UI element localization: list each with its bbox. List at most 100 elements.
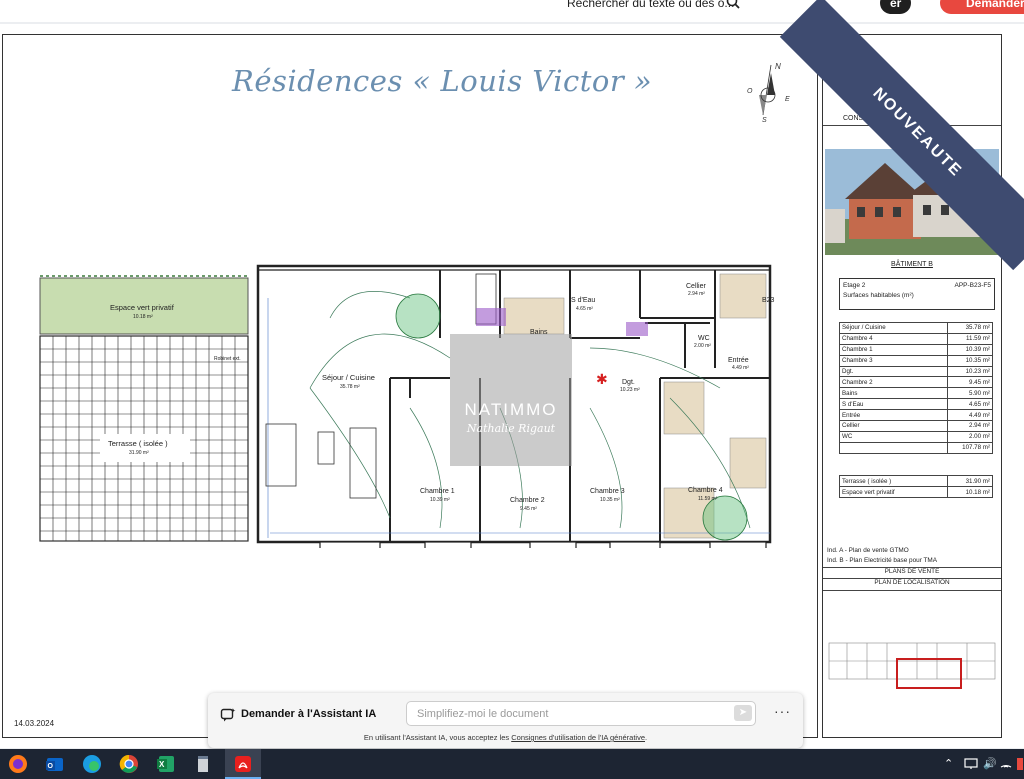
acrobat-icon[interactable]: [232, 753, 254, 775]
compass-s: S: [762, 117, 767, 123]
surface-name: Chambre 4: [839, 332, 948, 345]
compass-icon: N E S O: [747, 62, 790, 123]
compass-n: N: [775, 62, 781, 71]
document-title: Résidences « Louis Victor »: [232, 64, 653, 98]
surface-value: 35.78 m²: [947, 322, 993, 334]
wifi-icon[interactable]: [1000, 757, 1012, 769]
svg-text:X: X: [159, 760, 165, 769]
tray-chevron-icon[interactable]: ⌃: [944, 757, 953, 770]
excel-icon[interactable]: X: [155, 753, 177, 775]
ai-chat-icon: ✦: [220, 707, 236, 722]
ai-prompt-input[interactable]: [406, 701, 756, 726]
surface-value: 4.49 m²: [947, 409, 993, 422]
taskbar: O X ⌃ 🔊: [0, 749, 1024, 779]
info-box: Etage 2 APP-B23-F5 Surfaces habitables (…: [839, 278, 995, 310]
surface-row: Dgt. 10.23 m²: [839, 365, 993, 378]
search-text[interactable]: Rechercher du texte ou des o...: [567, 0, 734, 10]
hatch-1: [719, 273, 767, 319]
localisation-plan: [828, 642, 996, 689]
dgt-label: Dgt.: [622, 379, 635, 386]
surface-row: S d'Eau 4.65 m²: [839, 398, 993, 411]
surface-row: Séjour / Cuisine 35.78 m²: [839, 322, 993, 334]
surface-name: Chambre 3: [839, 354, 948, 367]
more-options-icon[interactable]: ···: [774, 703, 791, 719]
exterior-surface-row: Espace vert privatif 10.18 m²: [839, 486, 993, 498]
share-button[interactable]: er: [880, 0, 912, 14]
firefox-icon[interactable]: [7, 753, 29, 775]
search-icon[interactable]: [725, 0, 741, 10]
surfaces-label: Surfaces habitables (m²): [843, 292, 914, 299]
notepad-icon[interactable]: [192, 753, 214, 775]
entree-label: Entrée: [728, 357, 749, 364]
send-icon[interactable]: ➤: [734, 705, 752, 721]
surface-name: Entrée: [839, 409, 948, 422]
surface-value: 4.65 m²: [947, 398, 993, 411]
ind-a: Ind. A - Plan de vente GTMO: [827, 547, 909, 554]
sejour-label: Séjour / Cuisine: [322, 373, 375, 382]
network-icon[interactable]: [964, 757, 978, 770]
chambre2-area-label: 9.45 m²: [520, 506, 537, 512]
top-toolbar: Rechercher du texte ou des o... er Deman…: [0, 0, 1024, 22]
ai-title: Demander à l'Assistant IA: [241, 708, 377, 720]
watermark-line1: NATIMMO: [464, 400, 558, 419]
exterior-surface-value: 10.18 m²: [947, 486, 993, 498]
demander-button[interactable]: Demander: [940, 0, 1024, 14]
edge-icon[interactable]: [81, 753, 103, 775]
cellier-label: Cellier: [686, 283, 707, 290]
hatch-2: [663, 381, 705, 435]
chambre3-area-label: 10.35 m²: [600, 497, 620, 503]
surface-name: [839, 441, 948, 454]
surface-name: S d'Eau: [839, 398, 948, 411]
surface-name: Cellier: [839, 420, 948, 432]
ind-b: Ind. B - Plan Electricité base pour TMA: [827, 557, 937, 564]
chambre1-label: Chambre 1: [420, 488, 455, 495]
sdeau-area-label: 4.65 m²: [576, 306, 593, 312]
document-date: 14.03.2024: [14, 719, 55, 728]
turning-circle-1: [395, 293, 441, 339]
chrome-icon[interactable]: [118, 753, 140, 775]
etage-label: Etage 2: [843, 282, 866, 289]
purple-fixture-2: [626, 322, 648, 336]
surface-name: WC: [839, 430, 948, 443]
dgt-area-label: 10.23 m²: [620, 387, 640, 393]
surface-value: 10.23 m²: [947, 365, 993, 378]
surface-value: 5.90 m²: [947, 387, 993, 400]
compass-e: E: [785, 96, 790, 103]
chambre4-label: Chambre 4: [688, 487, 723, 494]
surface-value: 107.78 m²: [947, 441, 993, 454]
svg-text:O: O: [48, 763, 54, 770]
surface-value: 2.00 m²: [947, 430, 993, 443]
watermark-line2: Nathalie Rigaut: [466, 422, 556, 435]
cellier-area-label: 2.94 m²: [688, 291, 705, 297]
terrasse-area-label: 31.90 m²: [129, 450, 149, 456]
b23-label: B23: [762, 297, 775, 304]
hatch-3: [729, 437, 767, 489]
exterior-surfaces-table: Terrasse ( isolée ) 31.90 m² Espace vert p…: [839, 475, 993, 498]
red-marker-icon: ✱: [596, 371, 608, 387]
wc-label: WC: [698, 335, 710, 342]
compass-o: O: [747, 88, 753, 95]
surface-name: Chambre 2: [839, 376, 948, 389]
surface-name: Bains: [839, 387, 948, 400]
surface-name: Dgt.: [839, 365, 948, 378]
entree-area-label: 4.49 m²: [732, 365, 749, 371]
document-page: Résidences « Louis Victor » N E S O Espa…: [0, 0, 1024, 748]
terrasse-label: Terrasse ( isolée ): [108, 439, 168, 448]
chambre4-area-label: 11.59 m²: [698, 496, 718, 502]
surface-row: WC 2.00 m²: [839, 430, 993, 443]
ai-guidelines-link[interactable]: Consignes d'utilisation de l'IA générati…: [511, 733, 645, 742]
surfaces-table: Séjour / Cuisine 35.78 m² Chambre 4 11.59 m…: [839, 322, 993, 454]
plans-vente: PLANS DE VENTE: [823, 567, 1001, 575]
divider: [823, 590, 1001, 592]
surface-value: 11.59 m²: [947, 332, 993, 345]
robinet-label: Robinet ext.: [214, 356, 241, 362]
exterior-surface-value: 31.90 m²: [947, 475, 993, 487]
plan-localisation: PLAN DE LOCALISATION: [823, 578, 1001, 586]
surface-row: Chambre 1 10.39 m²: [839, 343, 993, 356]
espace-vert-label: Espace vert privatif: [110, 303, 175, 312]
surface-value: 10.39 m²: [947, 343, 993, 356]
outlook-icon[interactable]: O: [44, 753, 66, 775]
ai-notice-suffix: .: [645, 733, 648, 742]
chambre2-label: Chambre 2: [510, 497, 545, 504]
speaker-icon[interactable]: 🔊: [983, 757, 997, 770]
